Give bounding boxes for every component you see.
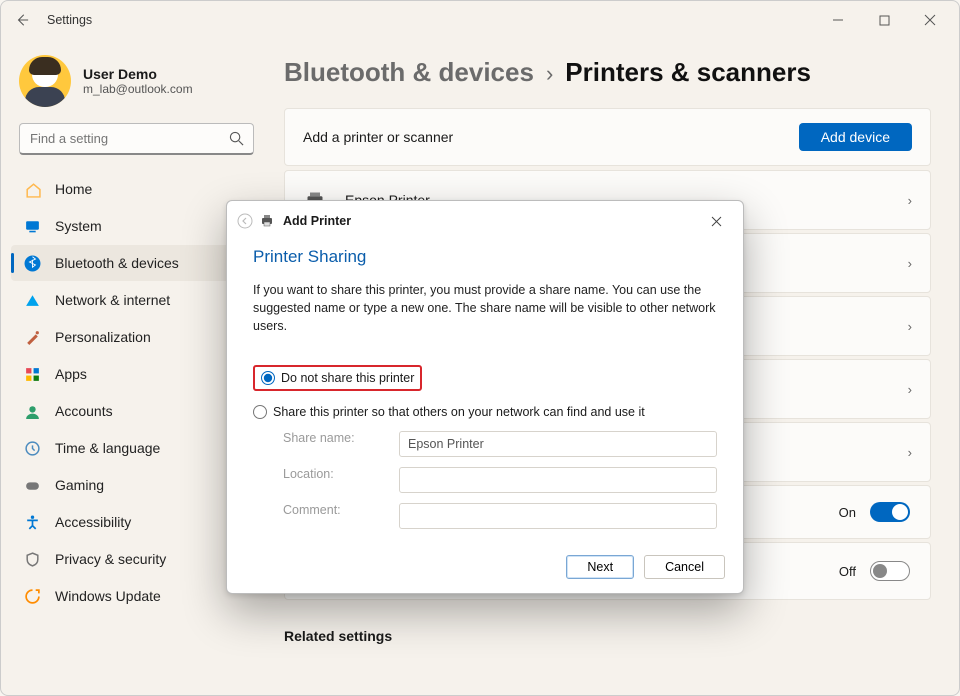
close-button[interactable]: [907, 5, 953, 35]
sidebar-item-accounts[interactable]: Accounts: [11, 393, 262, 429]
cancel-button[interactable]: Cancel: [644, 555, 725, 579]
sidebar-item-apps[interactable]: Apps: [11, 356, 262, 392]
share-name-label: Share name:: [283, 431, 393, 457]
next-button[interactable]: Next: [566, 555, 634, 579]
bluetooth-icon: [23, 254, 41, 272]
sidebar-item-network[interactable]: Network & internet: [11, 282, 262, 318]
title-bar: Settings: [1, 1, 959, 39]
sidebar-item-bluetooth[interactable]: Bluetooth & devices: [11, 245, 262, 281]
chevron-right-icon: ›: [908, 382, 912, 397]
related-settings-header: Related settings: [284, 628, 931, 644]
chevron-right-icon: ›: [908, 445, 912, 460]
window-title: Settings: [47, 13, 92, 27]
sidebar-item-label: Accessibility: [55, 514, 131, 530]
download-toggle[interactable]: [870, 561, 910, 581]
radio-do-not-share-highlight: Do not share this printer: [253, 365, 422, 391]
comment-label: Comment:: [283, 503, 393, 529]
breadcrumb-current: Printers & scanners: [565, 57, 811, 88]
search-box: [19, 123, 254, 155]
sidebar-item-label: Gaming: [55, 477, 104, 493]
chevron-right-icon: ›: [908, 256, 912, 271]
minimize-button[interactable]: [815, 5, 861, 35]
sidebar-item-label: Home: [55, 181, 92, 197]
sidebar-item-system[interactable]: System: [11, 208, 262, 244]
breadcrumb-separator: ›: [546, 61, 553, 87]
profile-email: m_lab@outlook.com: [83, 82, 193, 96]
download-state: Off: [839, 564, 856, 579]
radio-do-not-share[interactable]: [261, 371, 275, 385]
avatar: [19, 55, 71, 107]
dialog-heading: Printer Sharing: [253, 247, 717, 267]
add-device-card: Add a printer or scanner Add device: [284, 108, 931, 166]
sidebar-item-label: Network & internet: [55, 292, 170, 308]
breadcrumb: Bluetooth & devices › Printers & scanner…: [284, 57, 931, 88]
privacy-icon: [23, 550, 41, 568]
chevron-right-icon: ›: [908, 193, 912, 208]
location-label: Location:: [283, 467, 393, 493]
add-device-button[interactable]: Add device: [799, 123, 912, 151]
sidebar-item-time[interactable]: Time & language: [11, 430, 262, 466]
accessibility-icon: [23, 513, 41, 531]
radio-do-not-share-label: Do not share this printer: [281, 371, 414, 385]
sidebar-item-accessibility[interactable]: Accessibility: [11, 504, 262, 540]
comment-input: [399, 503, 717, 529]
settings-window: Settings User Demo m_lab@outlook.com Hom…: [0, 0, 960, 696]
search-icon: [229, 131, 244, 146]
sidebar-item-privacy[interactable]: Privacy & security: [11, 541, 262, 577]
gaming-icon: [23, 476, 41, 494]
maximize-button[interactable]: [861, 5, 907, 35]
share-name-input: [399, 431, 717, 457]
update-icon: [23, 587, 41, 605]
radio-share[interactable]: [253, 405, 267, 419]
home-icon: [23, 180, 41, 198]
profile-block[interactable]: User Demo m_lab@outlook.com: [11, 51, 262, 123]
dialog-header: Add Printer: [227, 201, 743, 241]
sidebar-item-label: Apps: [55, 366, 87, 382]
sidebar-item-label: Bluetooth & devices: [55, 255, 179, 271]
accounts-icon: [23, 402, 41, 420]
sidebar-item-update[interactable]: Windows Update: [11, 578, 262, 614]
system-icon: [23, 217, 41, 235]
sidebar-item-personalization[interactable]: Personalization: [11, 319, 262, 355]
sidebar-item-label: Accounts: [55, 403, 113, 419]
back-button[interactable]: [15, 13, 33, 27]
nav-list: Home System Bluetooth & devices Network & i…: [11, 171, 262, 614]
sidebar-item-gaming[interactable]: Gaming: [11, 467, 262, 503]
sidebar-item-home[interactable]: Home: [11, 171, 262, 207]
location-input: [399, 467, 717, 493]
sidebar-item-label: Privacy & security: [55, 551, 166, 567]
sidebar-item-label: Windows Update: [55, 588, 161, 604]
apps-icon: [23, 365, 41, 383]
toggle-1-state: On: [839, 505, 856, 520]
network-icon: [23, 291, 41, 309]
search-input[interactable]: [19, 123, 254, 155]
dialog-description: If you want to share this printer, you m…: [253, 281, 717, 335]
breadcrumb-parent[interactable]: Bluetooth & devices: [284, 57, 534, 88]
toggle-1[interactable]: [870, 502, 910, 522]
profile-name: User Demo: [83, 66, 193, 82]
dialog-title: Add Printer: [283, 214, 351, 228]
personalization-icon: [23, 328, 41, 346]
sidebar-item-label: Time & language: [55, 440, 160, 456]
time-icon: [23, 439, 41, 457]
radio-share-label: Share this printer so that others on you…: [273, 405, 645, 419]
dialog-close-button[interactable]: [699, 207, 733, 235]
add-printer-dialog: Add Printer Printer Sharing If you want …: [226, 200, 744, 594]
printer-icon: [259, 213, 275, 229]
dialog-back-button[interactable]: [237, 213, 253, 229]
sidebar-item-label: Personalization: [55, 329, 151, 345]
add-device-label: Add a printer or scanner: [303, 129, 453, 145]
chevron-right-icon: ›: [908, 319, 912, 334]
sidebar-item-label: System: [55, 218, 102, 234]
